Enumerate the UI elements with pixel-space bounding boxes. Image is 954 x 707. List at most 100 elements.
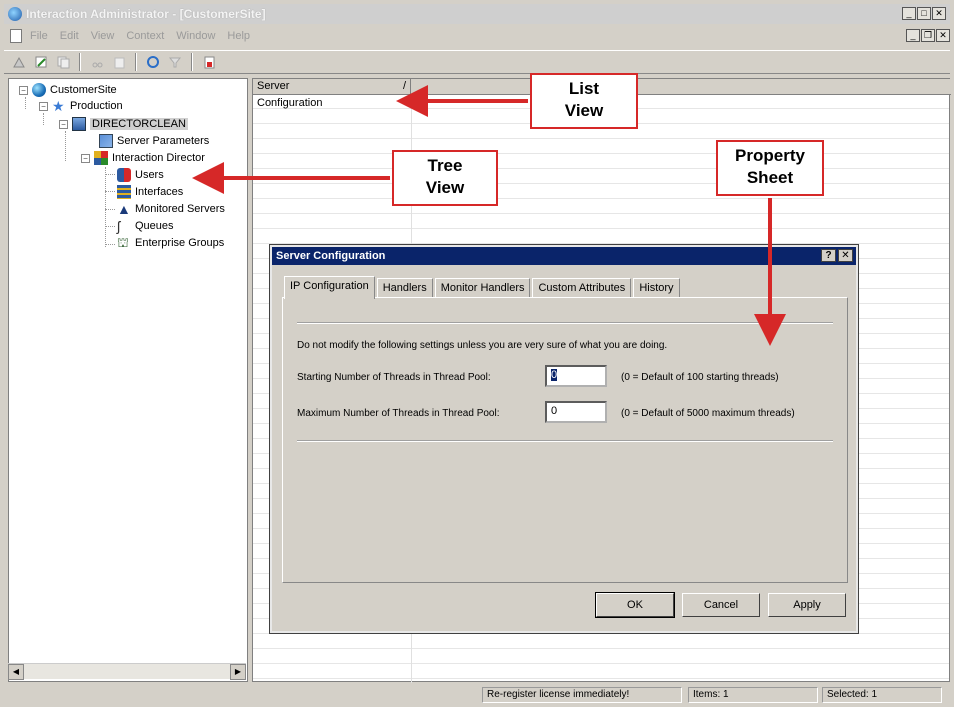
collapse-toggle[interactable]: −: [59, 119, 68, 129]
tree-node-label: Interfaces: [135, 186, 184, 198]
toolbar-separator: [135, 53, 137, 71]
tab-history[interactable]: History: [633, 278, 680, 298]
maximize-button[interactable]: □: [917, 7, 931, 20]
scroll-right-button[interactable]: ▶: [230, 664, 246, 680]
tree-node-label: Production: [70, 100, 123, 112]
status-items: Items: 1: [688, 687, 818, 703]
queues-icon: ʃ: [117, 218, 121, 234]
tree-connector: [105, 174, 115, 175]
tree-node-label: Queues: [135, 220, 174, 232]
menu-window[interactable]: Window: [176, 30, 215, 42]
app-window: Interaction Administrator - [CustomerSit…: [0, 0, 954, 707]
maximum-threads-value: 0: [551, 405, 558, 417]
menu-bar: File Edit View Context Window Help: [4, 26, 950, 46]
tree-node-interaction-director[interactable]: − Interaction Director: [81, 151, 205, 165]
minimize-button[interactable]: _: [902, 7, 916, 20]
mdi-close-button[interactable]: ✕: [936, 29, 950, 42]
menu-file[interactable]: File: [30, 30, 48, 42]
scroll-left-button[interactable]: ◀: [8, 664, 24, 680]
menu-view[interactable]: View: [91, 30, 115, 42]
starting-threads-label: Starting Number of Threads in Thread Poo…: [297, 372, 491, 383]
tree-node-label: Enterprise Groups: [135, 237, 225, 249]
maximum-threads-input[interactable]: 0: [545, 401, 607, 423]
status-selected: Selected: 1: [822, 687, 942, 703]
tree-node-production[interactable]: − ★ Production: [39, 99, 123, 113]
dialog-close-button[interactable]: ✕: [838, 249, 853, 262]
toolbar-separator: [79, 53, 81, 71]
globe-icon: [32, 83, 46, 97]
tab-handlers[interactable]: Handlers: [376, 278, 433, 298]
mdi-controls: _ ❐ ✕: [906, 29, 950, 42]
paste-icon: [114, 57, 125, 69]
tab-panel-ip-configuration: Do not modify the following settings unl…: [282, 297, 848, 583]
server-icon: [72, 117, 86, 131]
filter-button[interactable]: [166, 53, 184, 71]
tree-node-customersite[interactable]: − CustomerSite: [19, 83, 117, 97]
collapse-toggle[interactable]: −: [39, 101, 48, 111]
menu-edit[interactable]: Edit: [60, 30, 79, 42]
tree-horizontal-scrollbar[interactable]: ◀ ▶: [8, 663, 246, 680]
tree-node-label: CustomerSite: [50, 84, 117, 96]
collapse-toggle[interactable]: −: [81, 153, 90, 163]
parameters-icon: [99, 134, 113, 148]
window-title: Interaction Administrator - [CustomerSit…: [26, 7, 266, 21]
maximum-threads-label: Maximum Number of Threads in Thread Pool…: [297, 408, 500, 419]
pencil-icon: [35, 56, 47, 68]
help-button[interactable]: ?: [821, 249, 836, 262]
users-icon: [117, 168, 131, 182]
menu-context[interactable]: Context: [126, 30, 164, 42]
tree-connector: [105, 244, 115, 245]
toolbar-separator: [191, 53, 193, 71]
apply-button[interactable]: Apply: [768, 593, 846, 617]
cut-button[interactable]: [88, 53, 106, 71]
toolbar: [4, 50, 950, 74]
tree-node-queues[interactable]: ʃ Queues: [117, 219, 174, 233]
tree-node-users[interactable]: Users: [117, 168, 164, 182]
interfaces-icon: [117, 185, 131, 199]
server-configuration-dialog: Server Configuration ? ✕ IP Configuratio…: [269, 244, 859, 634]
paste-button[interactable]: [110, 53, 128, 71]
column-header-server[interactable]: Server /: [253, 79, 411, 95]
filter-icon: [168, 57, 182, 68]
dialog-title-bar: Server Configuration ? ✕: [272, 247, 856, 265]
copy-button[interactable]: [54, 53, 72, 71]
starting-threads-input[interactable]: 0: [545, 365, 607, 387]
window-controls: _ □ ✕: [902, 7, 946, 20]
tree-node-enterprise-groups[interactable]: ⛫ Enterprise Groups: [117, 236, 224, 250]
dialog-title: Server Configuration: [276, 250, 386, 262]
tab-monitor-handlers[interactable]: Monitor Handlers: [434, 278, 531, 298]
tree-node-server-parameters[interactable]: Server Parameters: [99, 134, 209, 148]
edit-button[interactable]: [32, 53, 50, 71]
properties-button[interactable]: [200, 53, 218, 71]
tree-view[interactable]: − CustomerSite − ★ Production − DIRECTOR…: [8, 78, 248, 682]
column-header-empty[interactable]: [411, 79, 951, 95]
director-icon: [94, 151, 108, 165]
mdi-minimize-button[interactable]: _: [906, 29, 920, 42]
property-sheet-callout: Property Sheet: [716, 140, 824, 196]
up-folder-button[interactable]: [10, 53, 28, 71]
separator: [297, 440, 833, 442]
list-item[interactable]: Configuration: [257, 97, 322, 109]
tree-connector: [43, 113, 44, 125]
cut-icon: [92, 62, 103, 68]
tree-node-label: DIRECTORCLEAN: [90, 118, 188, 130]
close-button[interactable]: ✕: [932, 7, 946, 20]
properties-icon: [204, 56, 215, 69]
tab-custom-attributes[interactable]: Custom Attributes: [532, 278, 632, 298]
collapse-toggle[interactable]: −: [19, 85, 28, 95]
refresh-button[interactable]: [144, 53, 162, 71]
menu-help[interactable]: Help: [227, 30, 250, 42]
tree-node-directorclean[interactable]: − DIRECTORCLEAN: [59, 117, 188, 131]
tree-connector: [105, 209, 115, 210]
copy-icon: [57, 56, 70, 69]
cancel-button[interactable]: Cancel: [682, 593, 760, 617]
tree-node-label: Monitored Servers: [135, 203, 225, 215]
tree-node-label: Interaction Director: [112, 152, 205, 164]
tree-node-monitored-servers[interactable]: ▲ Monitored Servers: [117, 202, 225, 216]
tab-ip-configuration[interactable]: IP Configuration: [284, 276, 375, 299]
tree-node-interfaces[interactable]: Interfaces: [117, 185, 183, 199]
mdi-restore-button[interactable]: ❐: [921, 29, 935, 42]
ok-button[interactable]: OK: [595, 592, 675, 618]
starting-threads-hint: (0 = Default of 100 starting threads): [621, 372, 779, 383]
tree-connector: [105, 191, 115, 192]
